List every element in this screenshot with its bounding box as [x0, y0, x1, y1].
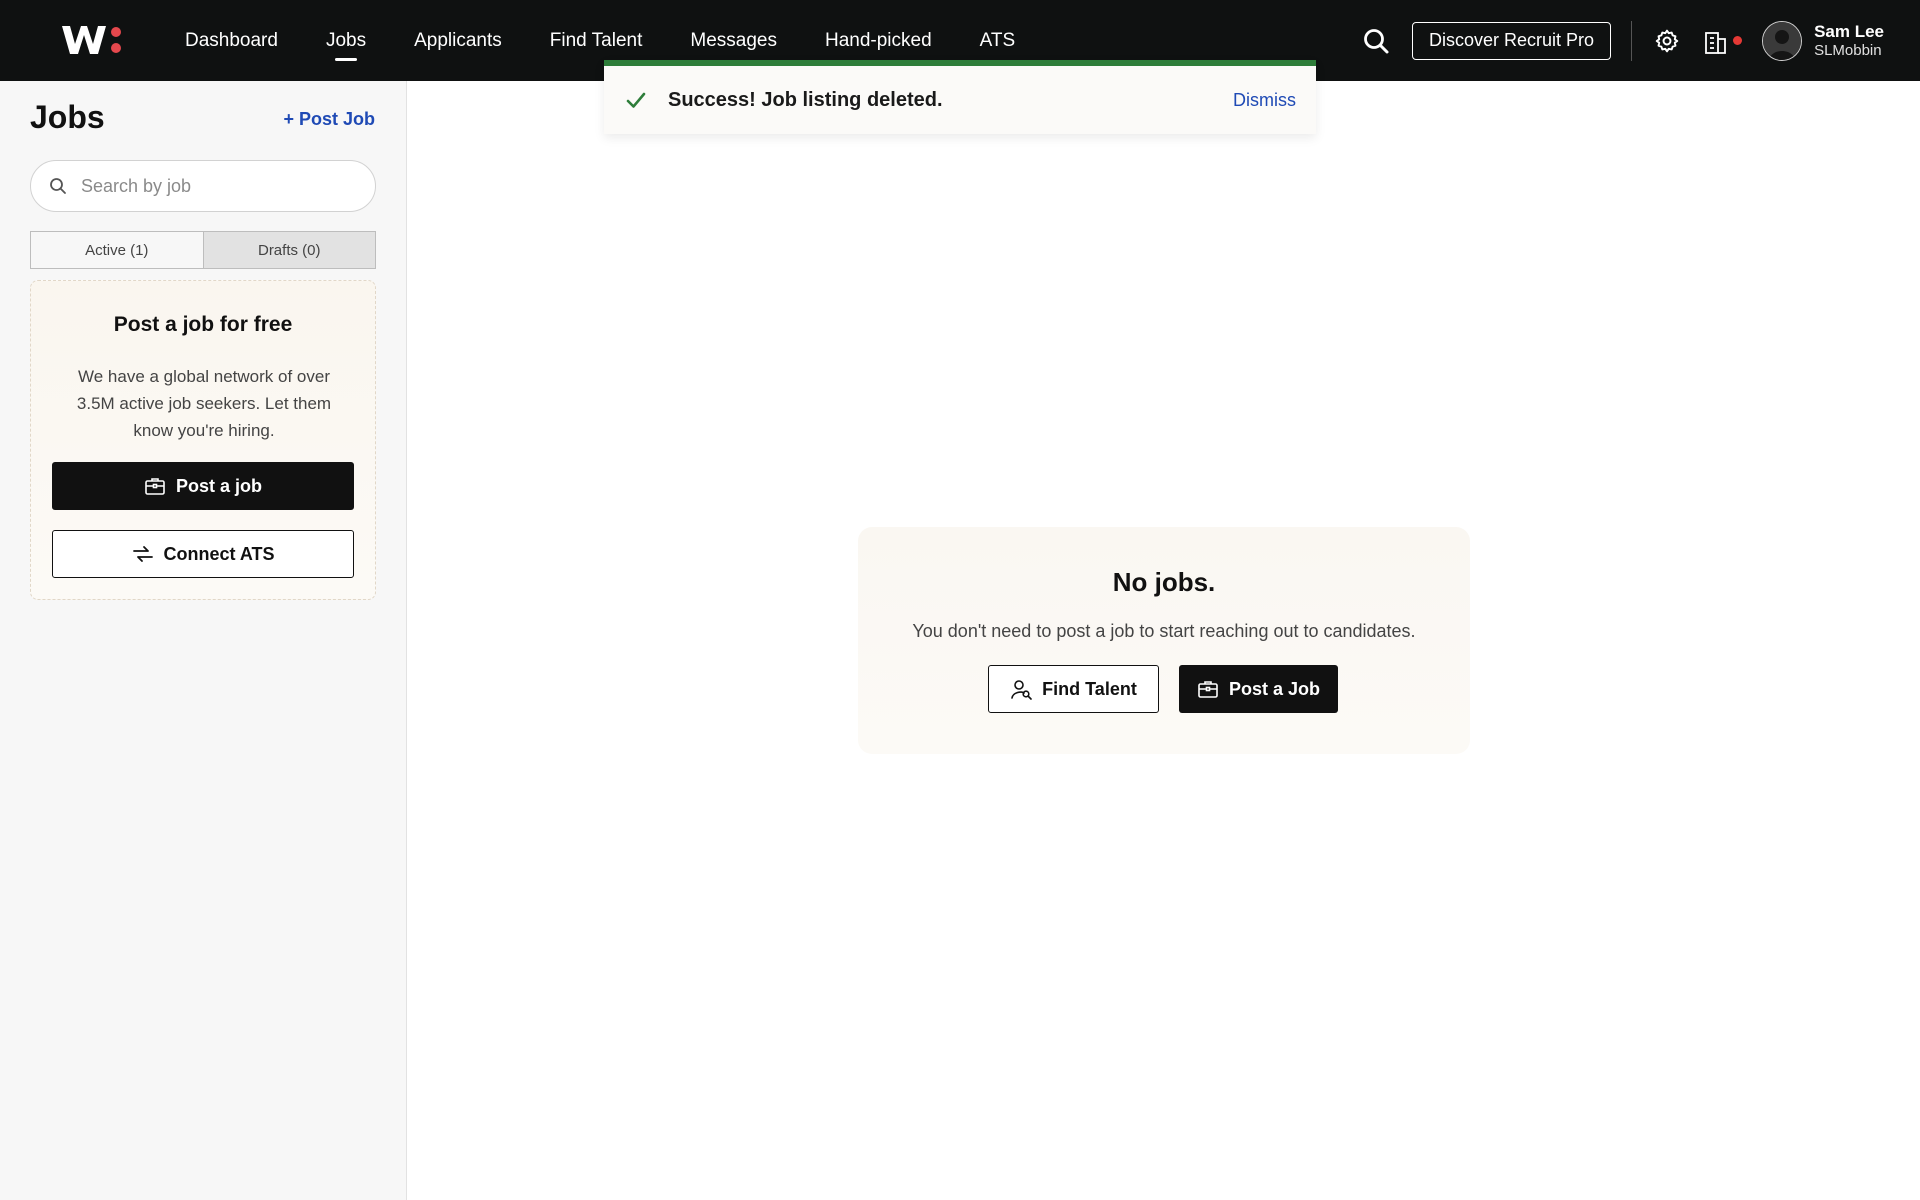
- toast-message: Success! Job listing deleted.: [668, 88, 943, 111]
- tab-drafts[interactable]: Drafts (0): [203, 232, 375, 268]
- check-icon: [624, 88, 648, 112]
- tab-active[interactable]: Active (1): [31, 232, 204, 268]
- post-a-job-button[interactable]: Post a job: [52, 462, 354, 510]
- nav-applicants[interactable]: Applicants: [390, 0, 526, 81]
- search-icon: [49, 177, 67, 195]
- find-talent-label: Find Talent: [1042, 678, 1137, 699]
- gear-icon[interactable]: [1652, 26, 1682, 56]
- user-info[interactable]: Sam Lee SLMobbin: [1814, 22, 1884, 59]
- divider: [1631, 20, 1633, 61]
- discover-recruit-pro-button[interactable]: Discover Recruit Pro: [1412, 21, 1612, 60]
- page-title: Jobs: [30, 99, 105, 135]
- search-input[interactable]: [81, 175, 351, 197]
- briefcase-icon: [144, 476, 166, 496]
- search-icon[interactable]: [1360, 25, 1392, 57]
- job-search[interactable]: [30, 160, 376, 212]
- post-job-link[interactable]: + Post Job: [283, 109, 375, 130]
- notification-dot: [1733, 35, 1743, 45]
- jobs-sidebar: Jobs + Post Job Active (1) Drafts (0) Po…: [0, 81, 407, 1200]
- connect-ats-label: Connect ATS: [163, 543, 275, 564]
- nav-dashboard[interactable]: Dashboard: [161, 0, 302, 81]
- briefcase-icon: [1197, 679, 1219, 699]
- avatar[interactable]: [1762, 20, 1803, 61]
- company-icon[interactable]: [1702, 25, 1743, 57]
- post-a-job-cta-label: Post a Job: [1228, 678, 1321, 699]
- post-a-job-label: Post a job: [175, 475, 262, 496]
- success-toast: Success! Job listing deleted. Dismiss: [604, 60, 1316, 134]
- job-status-tabs: Active (1) Drafts (0): [30, 231, 376, 269]
- post-job-promo: Post a job for free We have a global net…: [30, 280, 376, 600]
- top-right-controls: Discover Recruit Pro Sam Lee SLMobbin: [1360, 0, 1884, 81]
- find-talent-button[interactable]: Find Talent: [988, 665, 1159, 713]
- empty-title: No jobs.: [1112, 567, 1216, 597]
- user-name: Sam Lee: [1814, 22, 1884, 42]
- logo[interactable]: [60, 22, 126, 58]
- connect-ats-button[interactable]: Connect ATS: [52, 530, 354, 578]
- find-person-icon: [1010, 678, 1032, 700]
- empty-state: No jobs. You don't need to post a job to…: [858, 527, 1470, 754]
- connect-icon: [132, 544, 154, 564]
- empty-text: You don't need to post a job to start re…: [912, 621, 1416, 641]
- user-handle: SLMobbin: [1814, 41, 1882, 59]
- promo-text: We have a global network of over 3.5M ac…: [76, 367, 332, 440]
- dismiss-button[interactable]: Dismiss: [1233, 90, 1296, 111]
- post-a-job-cta-button[interactable]: Post a Job: [1179, 665, 1338, 713]
- promo-title: Post a job for free: [113, 313, 293, 336]
- nav-jobs[interactable]: Jobs: [302, 0, 390, 81]
